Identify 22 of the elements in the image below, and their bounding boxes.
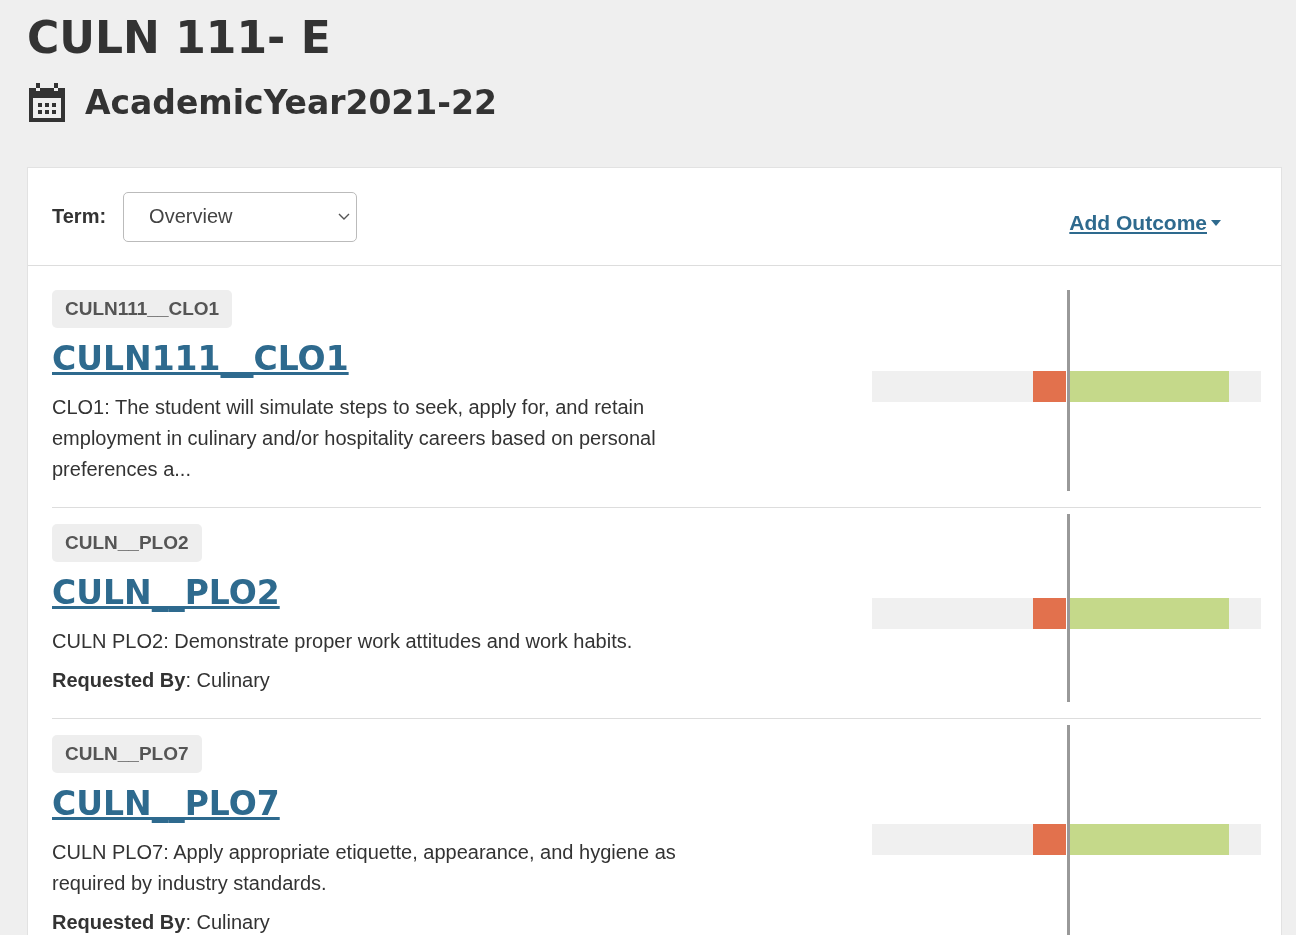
requested-by-text: Requested By: Culinary xyxy=(52,668,270,693)
chevron-down-icon xyxy=(338,212,351,221)
add-outcome-link[interactable]: Add Outcome xyxy=(1069,210,1221,235)
outcome-description: CLO1: The student will simulate steps to seek, apply for, and retain employment in culinary and/or hospitality careers based on personal preferences a... xyxy=(52,395,657,482)
outcome-link[interactable]: CULN111__CLO1 xyxy=(52,336,349,382)
outcome-description: CULN PLO2: Demonstrate proper work attitudes and work habits. xyxy=(52,629,634,654)
course-title: CULN 111- E xyxy=(27,11,332,65)
caret-icon xyxy=(1211,219,1221,226)
term-select[interactable]: Overview xyxy=(123,191,358,242)
term-label: Term: xyxy=(52,205,107,228)
calendar-icon xyxy=(27,82,67,122)
negative-bar xyxy=(1033,371,1067,402)
outcome-link[interactable]: CULN__PLO2 xyxy=(52,570,280,616)
academic-year: AcademicYear2021-22 xyxy=(85,82,497,122)
outcome-tag: CULN111__CLO1 xyxy=(52,290,233,328)
outcome-tag: CULN__PLO2 xyxy=(52,524,202,562)
requested-by-text: Requested By: Culinary xyxy=(52,910,270,935)
negative-bar xyxy=(1033,597,1067,629)
outcome-description: CULN PLO7: Apply appropriate etiquette, appearance, and hygiene as required by industry standards. xyxy=(52,840,677,896)
outcome-link[interactable]: CULN__PLO7 xyxy=(52,781,280,827)
outcome-tag: CULN__PLO7 xyxy=(52,735,202,773)
negative-bar xyxy=(1033,824,1067,855)
